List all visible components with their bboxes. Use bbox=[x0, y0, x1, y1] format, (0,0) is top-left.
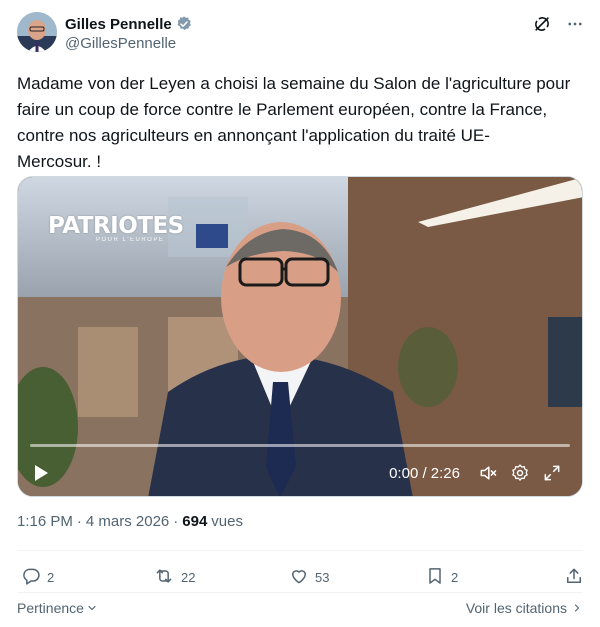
author-handle[interactable]: @GillesPennelle bbox=[65, 35, 193, 52]
play-icon[interactable] bbox=[30, 462, 52, 484]
tweet-header: Gilles Pennelle @GillesPennelle bbox=[17, 12, 584, 56]
fullscreen-icon[interactable] bbox=[536, 457, 568, 489]
more-icon[interactable] bbox=[566, 15, 584, 33]
tweet-text: Madame von der Leyen a choisi la semaine… bbox=[17, 74, 571, 171]
brand-watermark: PATRIOTES POUR L'EUROPE bbox=[48, 213, 184, 243]
verified-badge-icon bbox=[175, 15, 193, 33]
meta-separator: · bbox=[173, 513, 179, 530]
video-time: 0:00 / 2:26 bbox=[389, 464, 460, 482]
bookmark-button[interactable]: 2 bbox=[425, 566, 458, 589]
relevance-label: Pertinence bbox=[17, 600, 84, 616]
tweet-footer: Pertinence Voir les citations bbox=[17, 597, 583, 619]
tweet-meta: 1:16 PM · 4 mars 2026 · 694 vues bbox=[17, 513, 243, 530]
divider bbox=[17, 550, 583, 551]
settings-icon[interactable] bbox=[504, 457, 536, 489]
bookmark-count: 2 bbox=[451, 569, 459, 585]
like-icon bbox=[289, 566, 309, 589]
bookmark-icon bbox=[425, 566, 445, 589]
views-label: vues bbox=[211, 513, 243, 530]
post-time[interactable]: 1:16 PM bbox=[17, 513, 73, 530]
repost-count: 22 bbox=[181, 569, 196, 585]
chevron-down-icon bbox=[86, 602, 98, 614]
video-progress-bar[interactable] bbox=[30, 444, 570, 447]
post-date[interactable]: 4 mars 2026 bbox=[86, 513, 169, 530]
avatar[interactable] bbox=[17, 12, 57, 52]
tweet-actions: 2 22 53 2 bbox=[17, 562, 586, 592]
like-count: 53 bbox=[315, 569, 330, 585]
share-icon bbox=[564, 566, 584, 589]
repost-button[interactable]: 22 bbox=[153, 566, 195, 589]
volume-icon[interactable] bbox=[472, 457, 504, 489]
reply-icon bbox=[21, 566, 41, 589]
view-quotes-label: Voir les citations bbox=[465, 600, 567, 616]
video-controls: 0:00 / 2:26 bbox=[18, 450, 582, 496]
author-name[interactable]: Gilles Pennelle bbox=[65, 16, 172, 33]
grok-icon[interactable] bbox=[532, 14, 552, 34]
reply-button[interactable]: 2 bbox=[21, 566, 54, 589]
share-button[interactable] bbox=[564, 566, 584, 589]
relevance-sort[interactable]: Pertinence bbox=[17, 600, 98, 616]
video-player[interactable]: PATRIOTES POUR L'EUROPE 0:00 / 2:26 bbox=[17, 176, 583, 497]
view-quotes-link[interactable]: Voir les citations bbox=[466, 600, 583, 616]
divider bbox=[17, 592, 583, 593]
like-button[interactable]: 53 bbox=[289, 566, 329, 589]
brand-title: PATRIOTES bbox=[48, 213, 184, 239]
brand-subtitle: POUR L'EUROPE bbox=[96, 237, 165, 243]
views-count: 694 bbox=[182, 513, 208, 530]
repost-icon bbox=[153, 566, 175, 589]
chevron-right-icon bbox=[571, 602, 583, 614]
meta-separator: · bbox=[76, 513, 82, 530]
reply-count: 2 bbox=[47, 569, 55, 585]
